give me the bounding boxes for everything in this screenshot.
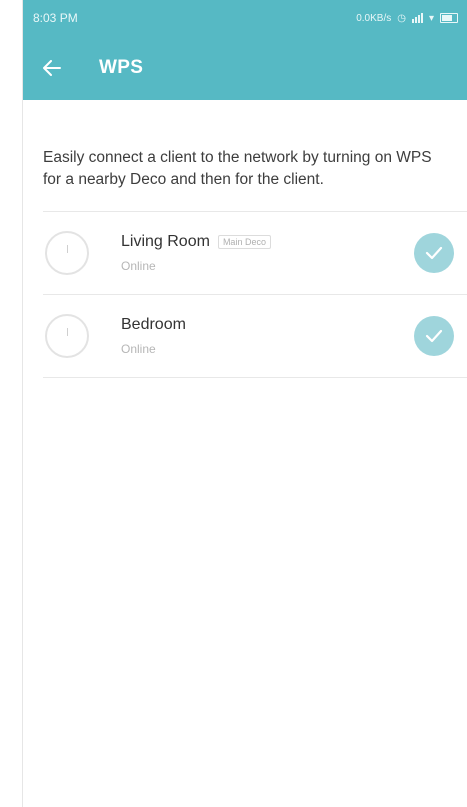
deco-icon xyxy=(45,314,89,358)
status-icons: 0.0KB/s ◷ ▾ xyxy=(356,13,458,24)
device-item-living-room[interactable]: Living Room Main Deco Online xyxy=(23,212,467,294)
status-time: 8:03 PM xyxy=(33,11,78,25)
device-item-bedroom[interactable]: Bedroom Online xyxy=(23,295,467,377)
battery-icon xyxy=(440,13,458,23)
device-name: Bedroom xyxy=(121,316,186,333)
signal-icon xyxy=(411,13,423,23)
deco-icon xyxy=(45,231,89,275)
device-status: Online xyxy=(121,259,156,273)
app-bar: WPS xyxy=(23,36,467,100)
back-arrow-icon[interactable] xyxy=(41,57,63,79)
check-icon[interactable] xyxy=(414,316,454,356)
device-name: Living Room xyxy=(121,233,210,250)
phone-screen: 8:03 PM 0.0KB/s ◷ ▾ WPS Easily connect a… xyxy=(22,0,467,807)
main-deco-badge: Main Deco xyxy=(217,235,271,249)
device-status: Online xyxy=(121,342,156,356)
check-icon[interactable] xyxy=(414,233,454,273)
wifi-icon: ▾ xyxy=(428,12,434,24)
clock-icon: ◷ xyxy=(397,12,406,24)
status-bar: 8:03 PM 0.0KB/s ◷ ▾ xyxy=(23,0,467,36)
wps-description: Easily connect a client to the network b… xyxy=(43,149,432,188)
page-title: WPS xyxy=(99,57,144,78)
net-speed: 0.0KB/s xyxy=(356,12,392,24)
divider xyxy=(43,377,467,378)
